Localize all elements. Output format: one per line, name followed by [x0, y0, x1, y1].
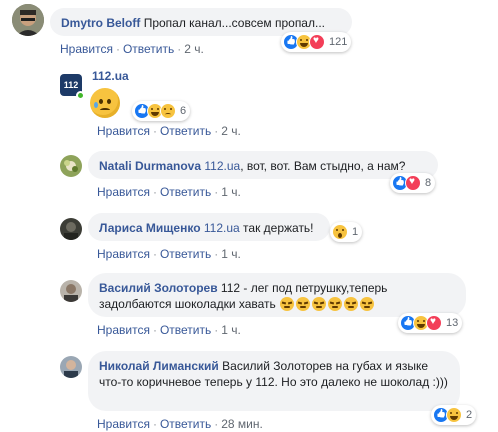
angry-face-icon: [280, 297, 295, 311]
like-button[interactable]: Нравится: [97, 323, 150, 337]
author-name[interactable]: Лариса Мищенко: [99, 221, 201, 235]
dot-separator: ·: [152, 185, 157, 199]
comment-actions: Нравится · Ответить · 1 ч.: [97, 323, 241, 337]
reactions-count: 8: [425, 177, 432, 189]
smile-face-icon: [296, 297, 311, 311]
dot-separator: ·: [214, 247, 219, 261]
love-reaction-icon: [426, 315, 442, 331]
haha-reaction-icon: [446, 407, 462, 423]
dot-separator: ·: [152, 323, 157, 337]
like-button[interactable]: Нравится: [60, 42, 113, 56]
reply-button[interactable]: Ответить: [123, 42, 174, 56]
reactions-summary[interactable]: 2: [431, 405, 477, 425]
reactions-count: 6: [180, 105, 187, 117]
comment-actions: Нравится · Ответить · 2 ч.: [97, 124, 241, 138]
comment-actions: Нравится · Ответить · 1 ч.: [97, 185, 241, 199]
dot-separator: ·: [152, 417, 157, 431]
comment-bubble: Николай Лиманский Василий Золоторев на г…: [88, 351, 460, 411]
reactions-count: 121: [329, 36, 348, 48]
timestamp[interactable]: 2 ч.: [184, 42, 204, 56]
dot-separator: ·: [177, 42, 182, 56]
reactions-summary[interactable]: 121: [281, 32, 352, 52]
like-button[interactable]: Нравится: [97, 124, 150, 138]
love-reaction-icon: [309, 34, 325, 50]
reactions-count: 13: [446, 317, 459, 329]
reply-button[interactable]: Ответить: [160, 247, 211, 261]
avatar[interactable]: [60, 356, 82, 378]
online-status-icon: [76, 91, 85, 100]
author-name[interactable]: Natali Durmanova: [99, 159, 201, 173]
dot-separator: ·: [152, 124, 157, 138]
smile-face-icon: [328, 297, 343, 311]
channel-logo: 112: [63, 80, 79, 90]
author-name[interactable]: 112.ua: [92, 69, 129, 83]
author-name[interactable]: Dmytro Beloff: [61, 16, 140, 30]
like-button[interactable]: Нравится: [97, 247, 150, 261]
author-name[interactable]: Василий Золоторев: [99, 281, 218, 295]
timestamp[interactable]: 1 ч.: [221, 323, 241, 337]
reactions-count: 2: [466, 409, 473, 421]
like-button[interactable]: Нравится: [97, 185, 150, 199]
comment-bubble: Лариса Мищенко 112.ua так держать!: [88, 213, 330, 241]
reactions-summary[interactable]: 8: [390, 173, 436, 193]
reactions-summary[interactable]: 13: [398, 313, 463, 333]
comment-actions: Нравится · Ответить · 1 ч.: [97, 247, 241, 261]
sad-reaction-icon: [160, 103, 176, 119]
avatar[interactable]: [60, 280, 82, 302]
smile-face-icon: [344, 297, 359, 311]
dot-separator: ·: [214, 185, 219, 199]
dot-separator: ·: [214, 124, 219, 138]
reply-button[interactable]: Ответить: [160, 185, 211, 199]
comment-bubble: Natali Durmanova 112.ua, вот, вот. Вам с…: [88, 151, 438, 179]
reply-button[interactable]: Ответить: [160, 417, 211, 431]
reactions-summary[interactable]: 6: [132, 101, 191, 121]
timestamp[interactable]: 1 ч.: [221, 247, 241, 261]
dot-separator: ·: [152, 247, 157, 261]
author-line: 112.ua: [92, 69, 129, 83]
reply-button[interactable]: Ответить: [160, 323, 211, 337]
timestamp[interactable]: 28 мин.: [221, 417, 263, 431]
comment-actions: Нравится · Ответить · 28 мин.: [97, 417, 263, 431]
timestamp[interactable]: 1 ч.: [221, 185, 241, 199]
comment-actions: Нравится · Ответить · 2 ч.: [60, 42, 204, 56]
reactions-count: 1: [352, 226, 359, 238]
dot-separator: ·: [214, 417, 219, 431]
wow-reaction-icon: [332, 224, 348, 240]
mention-link[interactable]: 112.ua: [204, 221, 240, 235]
avatar[interactable]: [60, 218, 82, 240]
reply-button[interactable]: Ответить: [160, 124, 211, 138]
reactions-summary[interactable]: 1: [330, 222, 363, 242]
dot-separator: ·: [214, 323, 219, 337]
comment-bubble: Василий Золоторев 112 - лег под петрушку…: [88, 273, 466, 317]
comment-text: Пропал канал...совсем пропал...: [143, 16, 325, 30]
like-button[interactable]: Нравится: [97, 417, 150, 431]
sad-sticker-icon: [90, 88, 120, 118]
emoji-row: [279, 297, 375, 311]
avatar[interactable]: [12, 4, 44, 36]
timestamp[interactable]: 2 ч.: [221, 124, 241, 138]
dot-separator: ·: [115, 42, 120, 56]
author-name[interactable]: Николай Лиманский: [99, 359, 219, 373]
love-reaction-icon: [405, 175, 421, 191]
comment-text: так держать!: [243, 221, 314, 235]
angry-face-icon: [312, 297, 327, 311]
avatar[interactable]: [60, 155, 82, 177]
mention-link[interactable]: 112.ua: [204, 159, 240, 173]
comment-text: , вот, вот. Вам стыдно, а нам?: [240, 159, 406, 173]
smile-face-icon: [360, 297, 375, 311]
